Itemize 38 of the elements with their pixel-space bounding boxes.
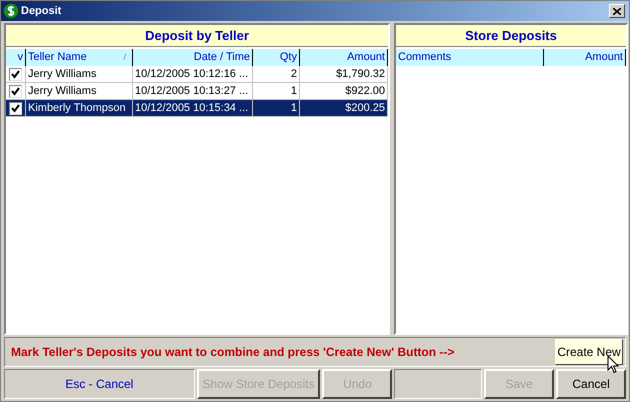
panel-title: Store Deposits bbox=[396, 25, 626, 47]
checkbox[interactable] bbox=[9, 102, 22, 114]
close-button[interactable] bbox=[609, 4, 625, 18]
table-cell: $1,790.32 bbox=[300, 66, 388, 82]
shortcut-hint: Esc - Cancel bbox=[4, 369, 195, 399]
table-cell: Jerry Williams bbox=[26, 83, 133, 99]
create-new-button[interactable]: Create New bbox=[555, 339, 623, 365]
table-cell: 1 bbox=[253, 100, 300, 116]
table-cell: 10/12/2005 10:15:34 ... bbox=[133, 100, 253, 116]
table-cell: Kimberly Thompson bbox=[26, 100, 133, 116]
column-header[interactable]: Amount bbox=[544, 49, 626, 66]
table-cell: 10/12/2005 10:12:16 ... bbox=[133, 66, 253, 82]
table-cell: 2 bbox=[253, 66, 300, 82]
table-cell: 1 bbox=[253, 83, 300, 99]
close-icon bbox=[613, 8, 621, 14]
column-header[interactable]: Amount bbox=[300, 49, 388, 66]
table-row[interactable]: Jerry Williams 10/12/2005 10:13:27 ... 1 $922.00 bbox=[6, 83, 388, 100]
column-header[interactable]: Comments bbox=[396, 49, 544, 66]
action-button[interactable]: Cancel bbox=[556, 369, 626, 399]
table-row[interactable]: Kimberly Thompson 10/12/2005 10:15:34 ... 1 $200.25 bbox=[6, 100, 388, 117]
pointer-icon bbox=[607, 355, 620, 374]
checkbox[interactable] bbox=[9, 68, 22, 80]
table-cell: $200.25 bbox=[300, 100, 388, 116]
sort-indicator: / bbox=[123, 50, 127, 64]
column-header[interactable]: Teller Name / bbox=[26, 49, 133, 66]
column-header[interactable]: v bbox=[6, 49, 26, 66]
panel-title: Deposit by Teller bbox=[6, 25, 388, 47]
instruction-message: Mark Teller's Deposits you want to combine and press 'Create New' Button --> bbox=[10, 344, 456, 361]
column-header[interactable]: Date / Time bbox=[133, 49, 253, 66]
checkbox[interactable] bbox=[9, 84, 22, 98]
table-cell: 10/12/2005 10:13:27 ... bbox=[133, 83, 253, 99]
column-label: Teller Name bbox=[28, 50, 87, 66]
window-title: Deposit bbox=[21, 4, 62, 19]
table-row[interactable]: Jerry Williams 10/12/2005 10:12:16 ... 2 $1,790.32 bbox=[6, 66, 388, 83]
table-cell: $922.00 bbox=[300, 83, 388, 99]
table-cell: Jerry Williams bbox=[26, 66, 133, 82]
column-header[interactable]: Qty bbox=[253, 49, 300, 66]
dollar-icon bbox=[3, 3, 19, 19]
